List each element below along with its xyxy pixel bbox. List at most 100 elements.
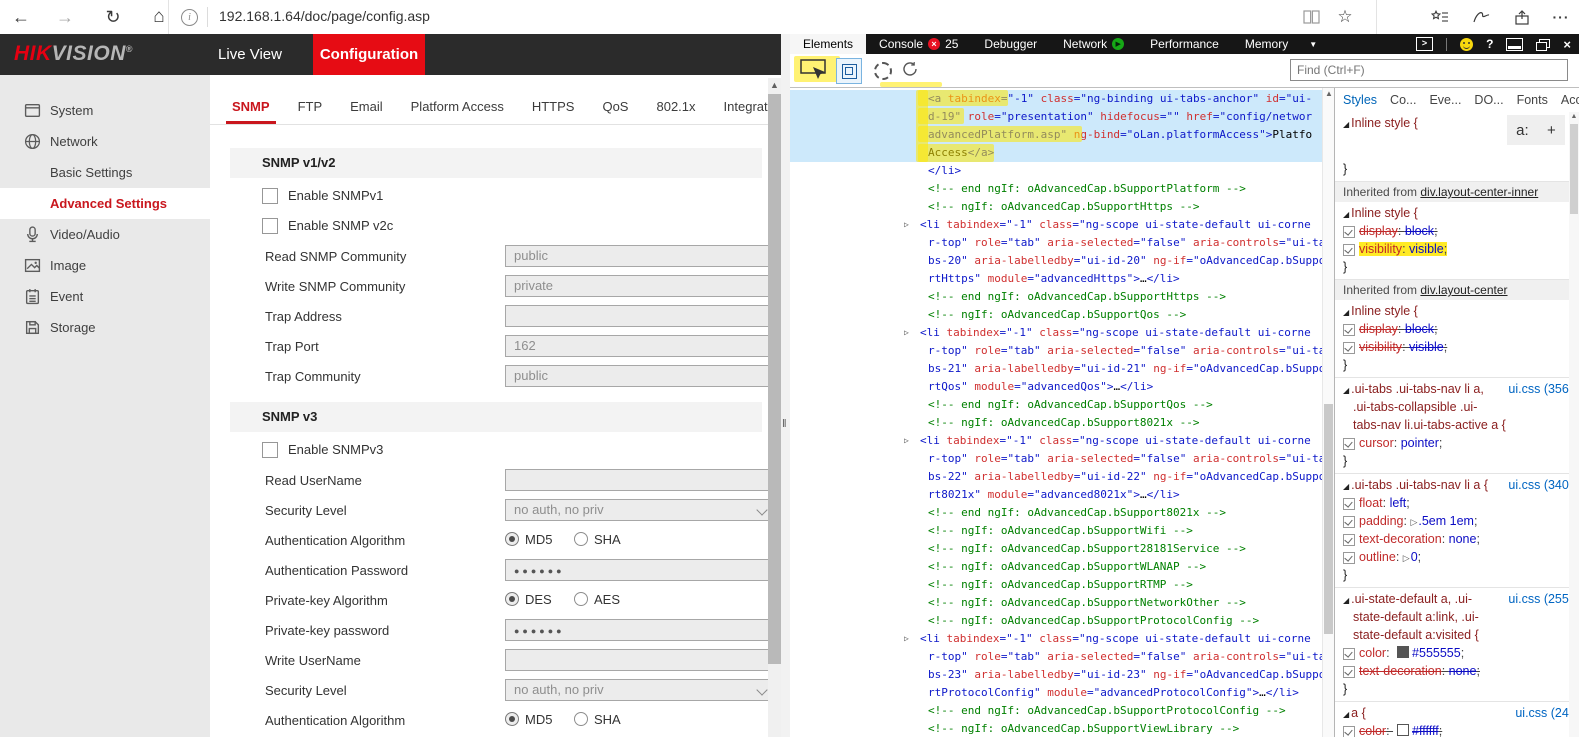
dom-node-line[interactable]: <!-- ngIf: oAdvancedCap.bSupport8021x --…: [790, 414, 1322, 432]
sidebar-item-image[interactable]: Image: [0, 250, 210, 281]
tab-email[interactable]: Email: [350, 75, 383, 114]
input-read-snmp-community[interactable]: public: [505, 245, 768, 267]
color-swatch[interactable]: [1397, 646, 1409, 658]
open-console-icon[interactable]: >: [1416, 37, 1433, 51]
dom-node-line[interactable]: <!-- ngIf: oAdvancedCap.bSupportWLANAP -…: [790, 558, 1322, 576]
page-scrollbar[interactable]: ▲: [768, 78, 781, 737]
tab-integration-pro[interactable]: Integration Pro: [724, 75, 768, 114]
reading-view-icon[interactable]: [1298, 0, 1324, 34]
dom-node-line[interactable]: rtProtocolConfig" module="advancedProtoc…: [790, 684, 1322, 702]
radio-authentication-algorithm-md5[interactable]: [505, 532, 519, 546]
stylesheet-link[interactable]: ui.css (24): [1515, 704, 1573, 722]
dom-selection-icon[interactable]: [874, 62, 892, 80]
property-checkbox[interactable]: [1343, 498, 1355, 510]
add-pseudo-state-button[interactable]: a:: [1516, 122, 1529, 139]
dom-node-line[interactable]: <!-- ngIf: oAdvancedCap.bSupportQos -->: [790, 306, 1322, 324]
devtools-tab-elements[interactable]: Elements: [790, 34, 866, 54]
expand-arrow-icon[interactable]: ▷: [904, 432, 909, 450]
collapse-triangle-icon[interactable]: ◢: [1343, 308, 1349, 317]
select-element-icon[interactable]: [800, 59, 830, 81]
devtools-tab-performance[interactable]: Performance: [1137, 34, 1232, 54]
property-checkbox[interactable]: [1343, 552, 1355, 564]
favorite-star-icon[interactable]: ☆: [1332, 0, 1358, 34]
radio-authentication-algorithm-md5[interactable]: [505, 712, 519, 726]
styles-tab-do[interactable]: DO...: [1474, 93, 1503, 107]
property-checkbox[interactable]: [1343, 534, 1355, 546]
checkbox-enable-snmpv3[interactable]: [262, 442, 278, 458]
dom-node-line[interactable]: r-top" role="tab" aria-selected="false" …: [790, 234, 1322, 252]
dom-node-line[interactable]: <!-- end ngIf: oAdvancedCap.bSupportHttp…: [790, 288, 1322, 306]
checkbox-enable-snmp-v2c[interactable]: [262, 218, 278, 234]
styles-tab-acc[interactable]: Acc...: [1561, 93, 1579, 107]
property-checkbox[interactable]: [1343, 648, 1355, 660]
nav-live-view[interactable]: Live View: [200, 34, 300, 75]
sidebar-item-network[interactable]: Network: [0, 126, 210, 157]
dom-node-line[interactable]: <!-- end ngIf: oAdvancedCap.bSupport8021…: [790, 504, 1322, 522]
property-checkbox[interactable]: [1343, 666, 1355, 678]
devtools-tab-network[interactable]: Network▶: [1050, 34, 1137, 54]
input-read-username[interactable]: [505, 469, 768, 491]
expand-arrow-icon[interactable]: ▷: [904, 324, 909, 342]
refresh-icon[interactable]: ↻: [98, 0, 128, 34]
scroll-up-icon[interactable]: ▲: [1569, 113, 1579, 120]
input-trap-address[interactable]: [505, 305, 768, 327]
elements-scrollbar[interactable]: ▲: [1322, 88, 1334, 737]
dom-node-line[interactable]: <!-- ngIf: oAdvancedCap.bSupportRTMP -->: [790, 576, 1322, 594]
input-trap-community[interactable]: public: [505, 365, 768, 387]
nav-configuration[interactable]: Configuration: [313, 34, 425, 75]
property-checkbox[interactable]: [1343, 438, 1355, 450]
dom-node-line[interactable]: <!-- ngIf: oAdvancedCap.bSupportViewLibr…: [790, 720, 1322, 737]
find-input[interactable]: [1290, 59, 1568, 81]
rule-selector[interactable]: ◢a {ui.css (24): [1335, 704, 1579, 722]
dom-node-line[interactable]: rtHttps" module="advancedHttps">…</li>: [790, 270, 1322, 288]
styles-scrollbar[interactable]: ▲: [1569, 112, 1579, 737]
tab-snmp[interactable]: SNMP: [232, 75, 270, 114]
dom-node-line[interactable]: ▷<li tabindex="-1" class="ng-scope ui-st…: [790, 216, 1322, 234]
dom-node-line[interactable]: r-top" role="tab" aria-selected="false" …: [790, 342, 1322, 360]
dom-node-line[interactable]: <!-- end ngIf: oAdvancedCap.bSupportProt…: [790, 702, 1322, 720]
new-rule-button[interactable]: +: [1547, 122, 1556, 139]
web-note-icon[interactable]: [1466, 0, 1496, 34]
tab-802-1x[interactable]: 802.1x: [656, 75, 695, 114]
scrollbar-thumb[interactable]: [1570, 124, 1578, 214]
element-highlighting-icon[interactable]: [836, 58, 862, 84]
rule-selector[interactable]: .ui-tabs-collapsible .ui-: [1335, 398, 1579, 416]
scrollbar-thumb[interactable]: [768, 94, 781, 664]
stylesheet-link[interactable]: ui.css (340): [1508, 476, 1573, 494]
input-trap-port[interactable]: 162: [505, 335, 768, 357]
select-security-level[interactable]: no auth, no priv: [505, 679, 768, 701]
rule-selector[interactable]: ◢.ui-state-default a, .ui-ui.css (255): [1335, 590, 1579, 608]
radio-private-key-algorithm-aes[interactable]: [574, 592, 588, 606]
styles-tab-styles[interactable]: Styles: [1343, 93, 1377, 107]
expand-arrow-icon[interactable]: ▷: [904, 630, 909, 648]
hub-icon[interactable]: [1425, 0, 1455, 34]
devtools-tab-memory[interactable]: Memory: [1232, 34, 1301, 54]
styles-tab-fonts[interactable]: Fonts: [1517, 93, 1548, 107]
sidebar-item-storage[interactable]: Storage: [0, 312, 210, 343]
stylesheet-link[interactable]: ui.css (356): [1508, 380, 1573, 398]
property-checkbox[interactable]: [1343, 324, 1355, 336]
rule-selector[interactable]: ◢.ui-tabs .ui-tabs-nav li a,ui.css (356): [1335, 380, 1579, 398]
dom-node-line[interactable]: r-top" role="tab" aria-selected="false" …: [790, 450, 1322, 468]
sidebar-item-system[interactable]: System: [0, 95, 210, 126]
dom-node-line[interactable]: bs-21" aria-labelledby="ui-id-21" ng-if=…: [790, 360, 1322, 378]
sidebar-item-event[interactable]: Event: [0, 281, 210, 312]
tab-qos[interactable]: QoS: [602, 75, 628, 114]
site-info-icon[interactable]: i: [181, 9, 198, 26]
dom-node-line[interactable]: ▷<li tabindex="-1" class="ng-scope ui-st…: [790, 432, 1322, 450]
more-tools-chevron-icon[interactable]: ▼: [1301, 34, 1325, 54]
dock-bottom-icon[interactable]: [1506, 38, 1523, 51]
close-devtools-icon[interactable]: ×: [1563, 37, 1571, 52]
rule-selector[interactable]: ◢Inline style {: [1335, 302, 1579, 320]
stylesheet-link[interactable]: ui.css (255): [1508, 590, 1573, 608]
color-swatch[interactable]: [1397, 724, 1409, 736]
tab-platform-access[interactable]: Platform Access: [411, 75, 504, 114]
more-icon[interactable]: ···: [1547, 0, 1575, 34]
inherited-link[interactable]: div.layout-center: [1420, 283, 1507, 297]
dom-node-line[interactable]: d-19" role="presentation" hidefocus="" h…: [790, 108, 1322, 126]
collapse-triangle-icon[interactable]: ◢: [1343, 386, 1349, 395]
dom-node-line[interactable]: <!-- ngIf: oAdvancedCap.bSupport28181Ser…: [790, 540, 1322, 558]
styles-tab-eve[interactable]: Eve...: [1429, 93, 1461, 107]
select-security-level[interactable]: no auth, no priv: [505, 499, 768, 521]
help-icon[interactable]: ?: [1486, 37, 1493, 51]
